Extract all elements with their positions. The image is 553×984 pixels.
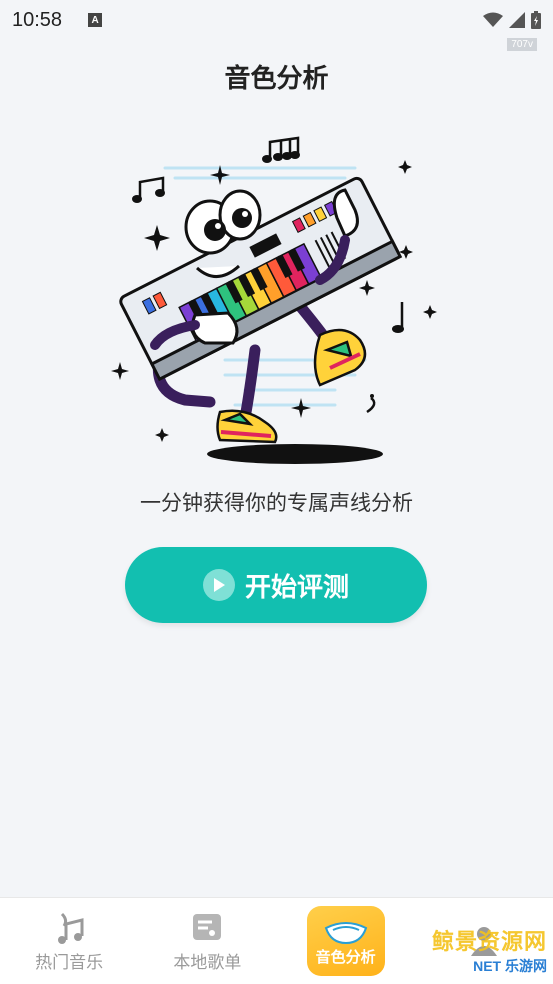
signal-icon	[509, 12, 525, 28]
watermark-top: 707v	[507, 38, 537, 51]
start-evaluation-button[interactable]: 开始评测	[125, 547, 427, 623]
voice-analysis-icon	[324, 921, 367, 944]
start-evaluation-label: 开始评测	[244, 572, 349, 603]
watermark-bottom: 鲸景资源网 NET 乐游网	[432, 924, 547, 976]
nav-item-hot-music[interactable]: 热门音乐	[0, 898, 138, 984]
status-time: 10:58	[12, 8, 63, 31]
nav-label: 本地歌单	[173, 952, 242, 973]
nav-item-local-playlist[interactable]: 本地歌单	[138, 898, 276, 984]
nav-item-voice-analysis[interactable]: 音色分析	[277, 898, 415, 984]
page-subtitle: 一分钟获得你的专属声线分析	[140, 491, 413, 515]
wifi-icon	[483, 12, 503, 27]
keyboard-character-illustration	[111, 136, 437, 464]
nav-active-highlight: 音色分析	[306, 906, 385, 976]
play-icon	[202, 569, 235, 601]
battery-icon	[531, 11, 541, 29]
music-note-icon	[58, 912, 84, 944]
notification-a-icon: A	[88, 13, 103, 27]
watermark-line1: 鲸景资源网	[431, 929, 547, 954]
status-icons	[483, 11, 541, 29]
status-bar: 10:58 A	[0, 0, 553, 40]
nav-label: 音色分析	[315, 947, 376, 966]
playlist-icon	[193, 913, 222, 940]
nav-label: 热门音乐	[35, 952, 104, 973]
watermark-line2: NET 乐游网	[473, 958, 547, 974]
page-title: 音色分析	[224, 64, 329, 94]
